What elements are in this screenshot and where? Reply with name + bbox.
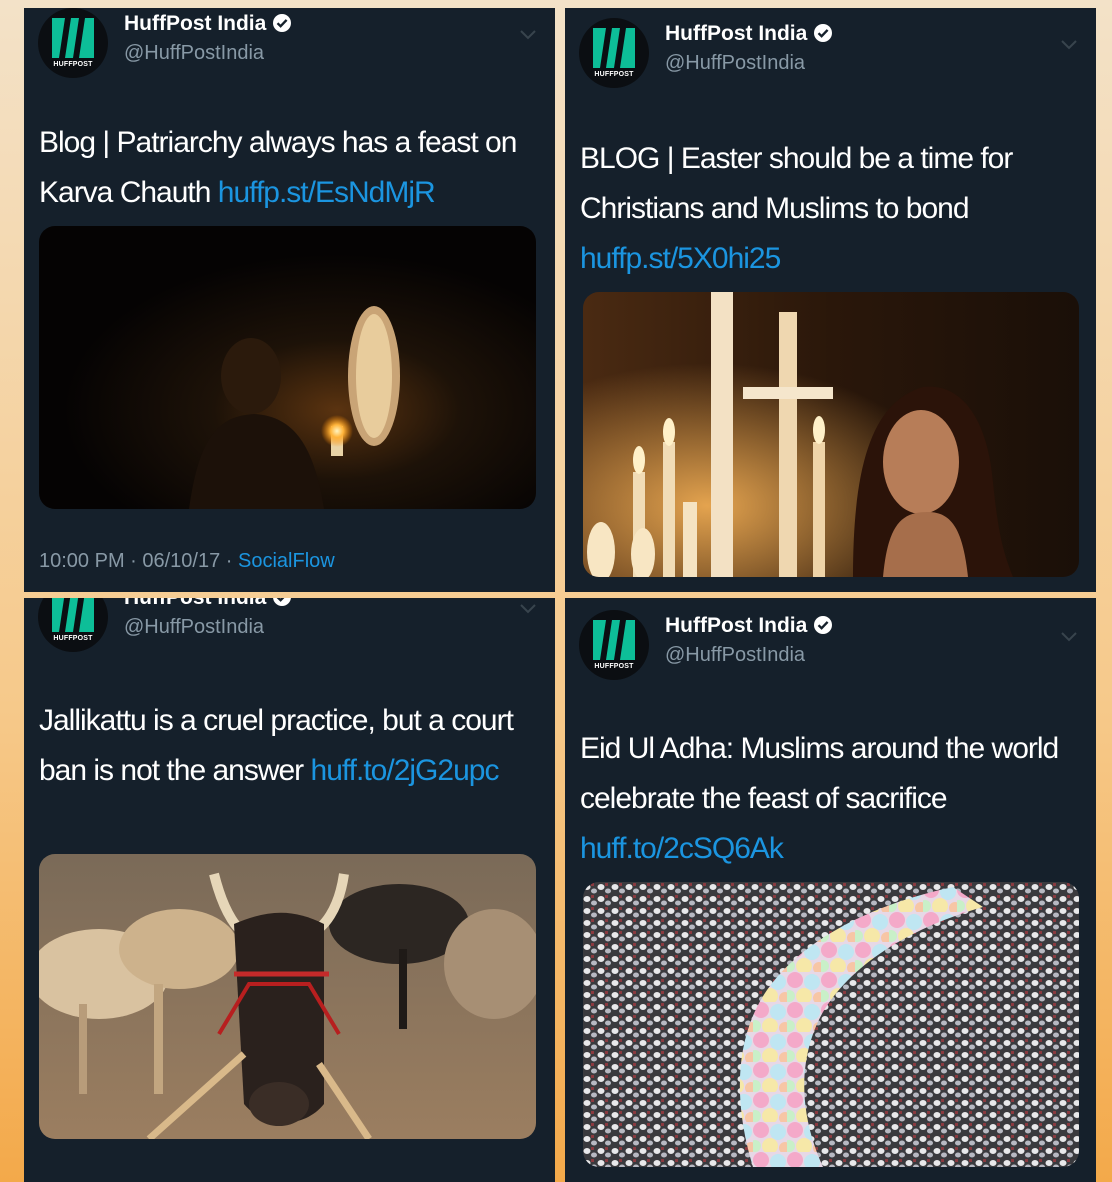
avatar[interactable]: HUFFPOST [38,598,108,652]
verified-badge-icon [814,616,833,634]
avatar-wordmark: HUFFPOST [53,61,93,68]
tweet-card[interactable]: HUFFPOST HuffPost India @HuffPostIndia B… [565,8,1096,592]
chevron-down-icon[interactable] [1059,38,1079,52]
account-name-text: HuffPost India [124,12,267,35]
account-name[interactable]: HuffPost India [124,12,292,36]
tweet-card[interactable]: HUFFPOST HuffPost India @HuffPostIndia E… [565,598,1096,1182]
tweet-time[interactable]: 10:00 PM · 06/10/17 · [39,550,238,572]
tweet-header: HUFFPOST HuffPost India @HuffPostIndia [579,18,1079,88]
avatar-wordmark: HUFFPOST [53,635,93,642]
account-handle[interactable]: @HuffPostIndia [124,42,264,65]
tweet-link[interactable]: huff.to/2cSQ6Ak [580,832,784,865]
huffpost-logo-icon [52,598,94,632]
tweet-text: BLOG | Easter should be a time for Chris… [580,134,1085,284]
avatar-wordmark: HUFFPOST [594,71,634,78]
tweet-card[interactable]: HUFFPOST HuffPost India @HuffPostIndia B… [24,8,555,592]
tweet-photo[interactable] [583,882,1079,1167]
tweet-body: Eid Ul Adha: Muslims around the world ce… [580,732,1059,815]
chevron-down-icon[interactable] [518,602,538,616]
tweet-header: HUFFPOST HuffPost India @HuffPostIndia [38,8,538,78]
tweet-photo[interactable] [583,292,1079,577]
account-handle[interactable]: @HuffPostIndia [665,644,805,667]
tweet-text: Eid Ul Adha: Muslims around the world ce… [580,724,1085,874]
account-handle[interactable]: @HuffPostIndia [124,616,264,639]
tweet-card[interactable]: HUFFPOST HuffPost India @HuffPostIndia J… [24,598,555,1182]
avatar[interactable]: HUFFPOST [579,610,649,680]
tweet-body: BLOG | Easter should be a time for Chris… [580,142,1013,225]
account-name-text: HuffPost India [665,22,808,45]
verified-badge-icon [273,14,292,32]
tweet-text: Jallikattu is a cruel practice, but a co… [39,696,544,796]
account-name-text: HuffPost India [665,614,808,637]
verified-badge-icon [273,598,292,606]
account-name[interactable]: HuffPost India [665,22,833,46]
tweet-collage: HUFFPOST HuffPost India @HuffPostIndia B… [0,0,1112,1182]
tweet-source[interactable]: SocialFlow [238,550,335,572]
chevron-down-icon[interactable] [1059,630,1079,644]
account-name[interactable]: HuffPost India [124,598,292,610]
account-name[interactable]: HuffPost India [665,614,833,638]
tweet-header: HUFFPOST HuffPost India @HuffPostIndia [579,610,1079,680]
avatar-wordmark: HUFFPOST [594,663,634,670]
tweet-link[interactable]: huff.to/2jG2upc [311,754,500,787]
tweet-text: Blog | Patriarchy always has a feast on … [39,118,544,218]
verified-badge-icon [814,24,833,42]
tweet-photo[interactable] [39,226,536,509]
tweet-photo[interactable] [39,854,536,1139]
tweet-header: HUFFPOST HuffPost India @HuffPostIndia [38,598,538,652]
tweet-link[interactable]: huffp.st/EsNdMjR [218,176,436,209]
avatar[interactable]: HUFFPOST [579,18,649,88]
tweet-timestamp: 10:00 PM · 06/10/17 · SocialFlow [39,550,335,573]
account-name-text: HuffPost India [124,598,266,609]
chevron-down-icon[interactable] [518,28,538,42]
account-handle[interactable]: @HuffPostIndia [665,52,805,75]
avatar[interactable]: HUFFPOST [38,8,108,78]
tweet-link[interactable]: huffp.st/5X0hi25 [580,242,781,275]
